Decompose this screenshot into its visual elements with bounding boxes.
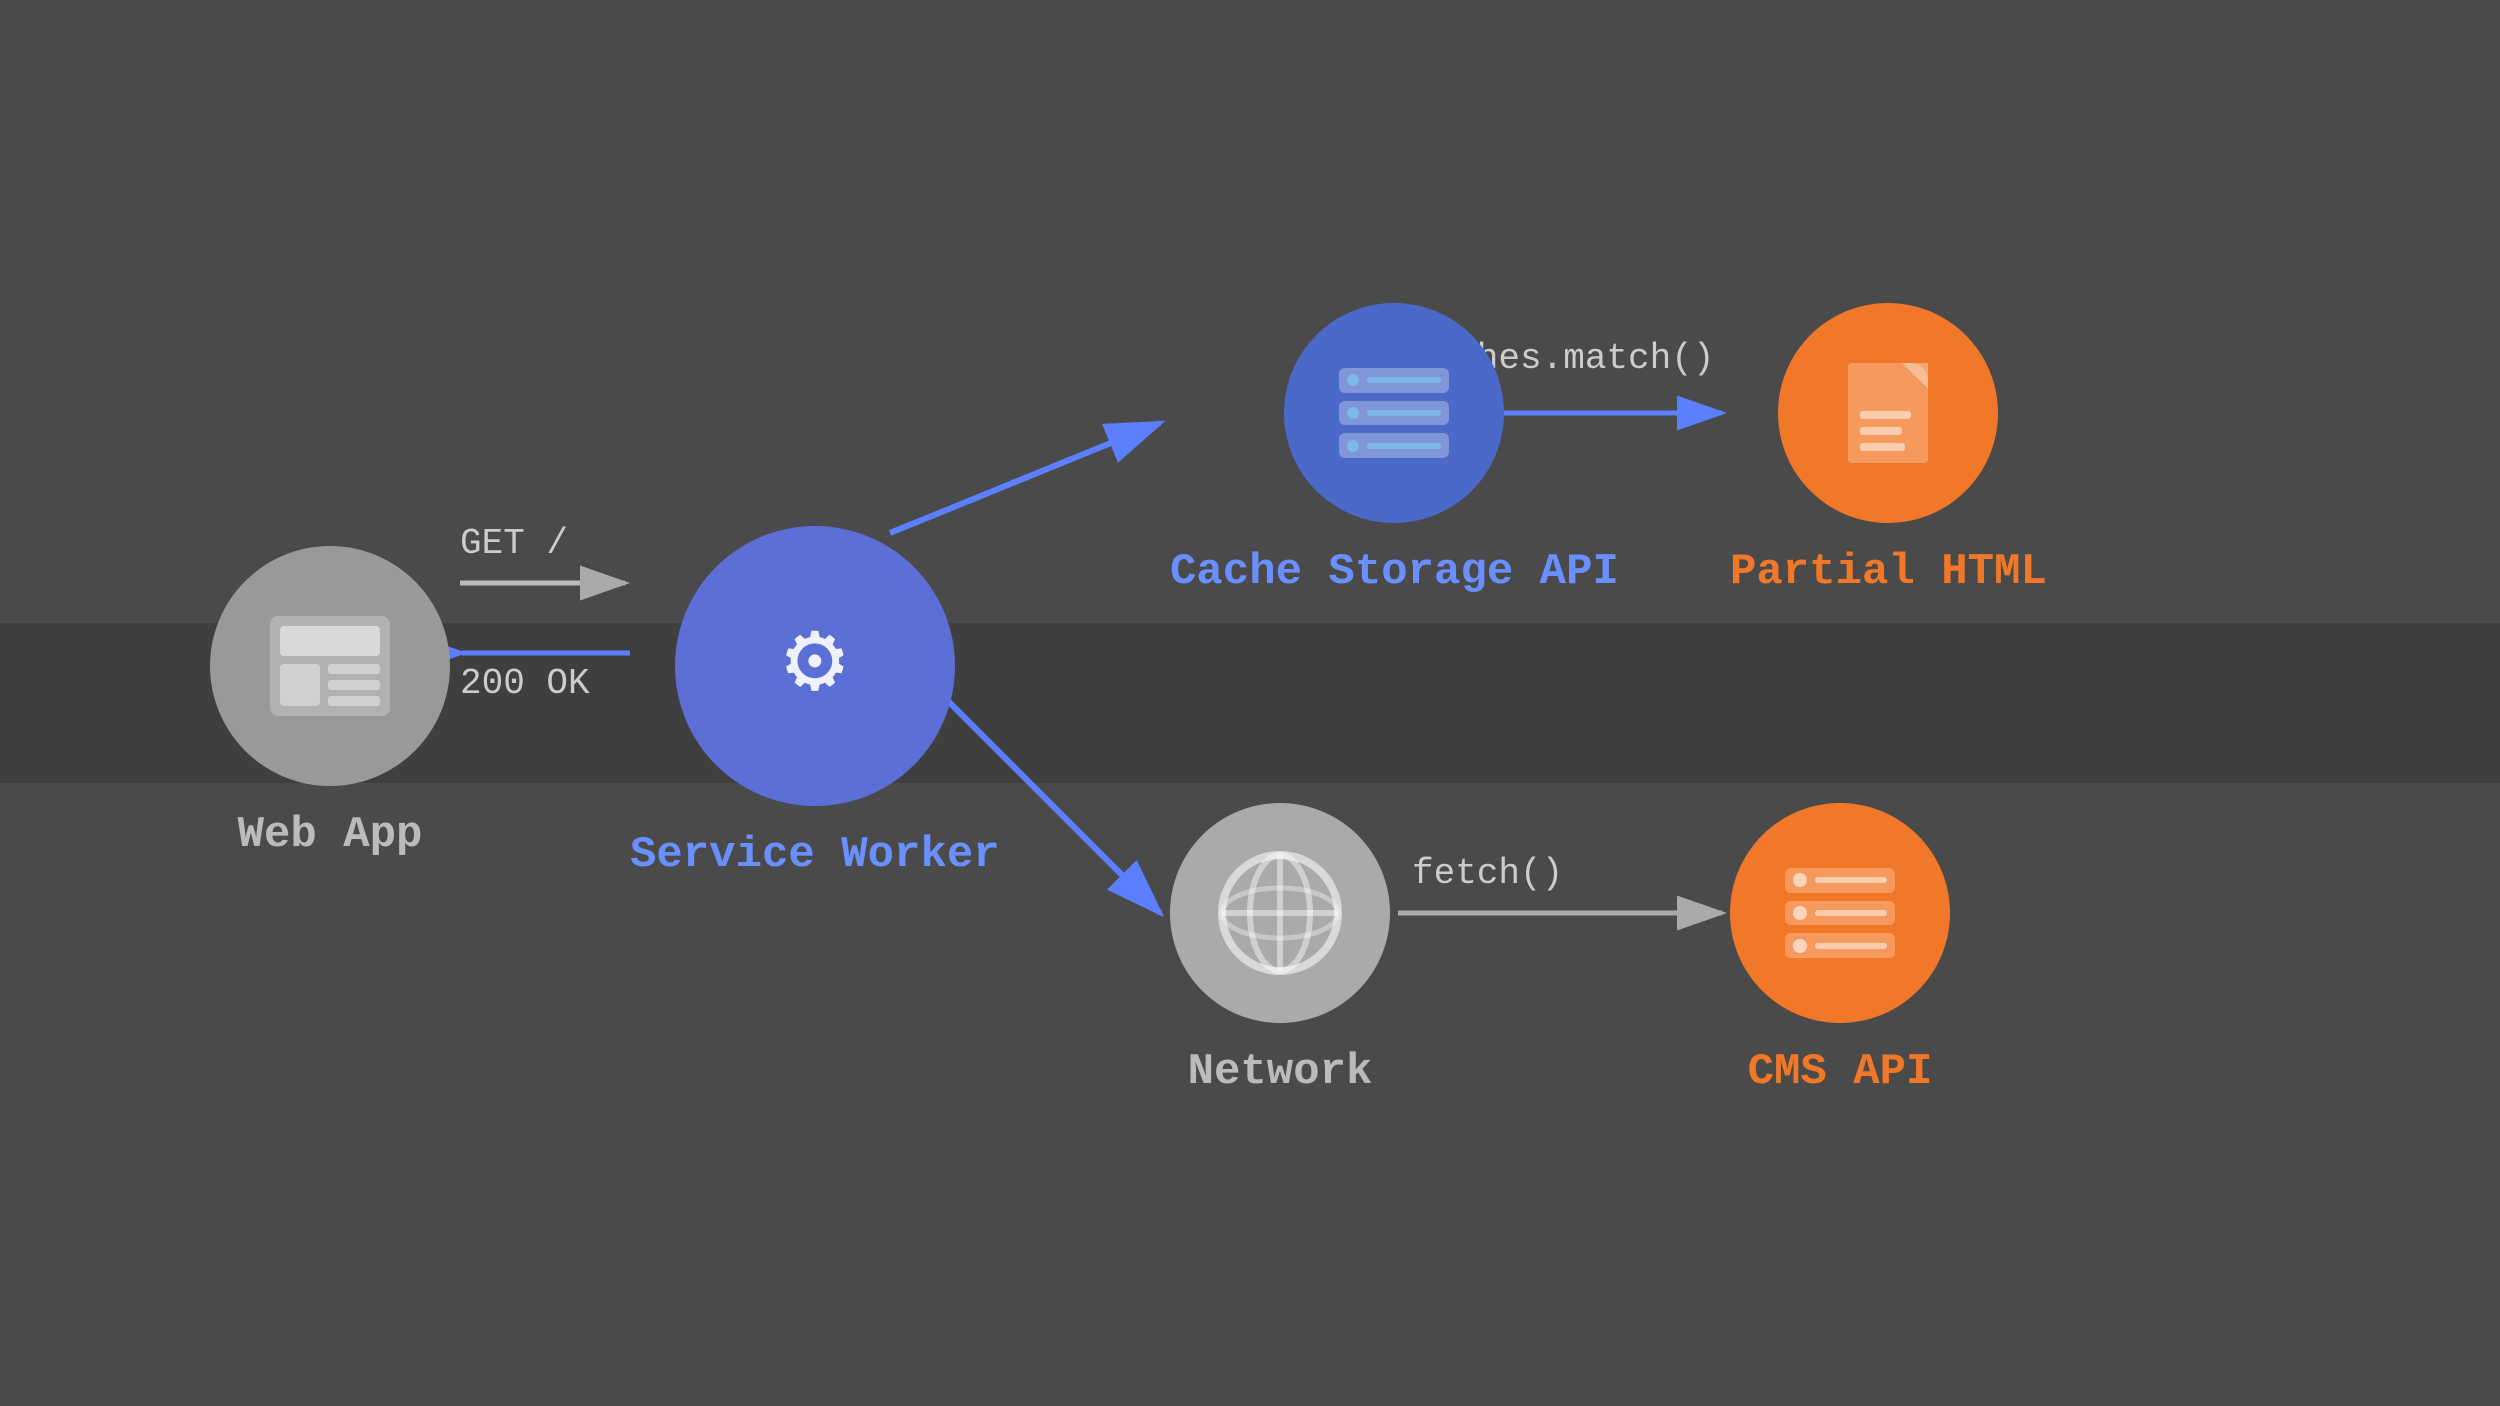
cms-dot-2 bbox=[1793, 906, 1807, 920]
webapp-left-col bbox=[280, 664, 320, 706]
cms-db-row-2 bbox=[1785, 901, 1895, 926]
sw-label: Service Worker bbox=[630, 830, 1000, 880]
gear-icon: ⚙ bbox=[785, 616, 845, 716]
webapp-top-bar bbox=[280, 626, 380, 656]
cms-dot-3 bbox=[1793, 939, 1807, 953]
fetch-label: fetch() bbox=[1412, 853, 1563, 894]
db-line-2 bbox=[1367, 410, 1441, 416]
diagram-container: GET / 200 OK caches.match() fetch() bbox=[0, 0, 2500, 1406]
webapp-icon bbox=[270, 616, 390, 716]
cms-api-node: CMS API bbox=[1730, 803, 1950, 1097]
cms-db-row-1 bbox=[1785, 868, 1895, 893]
db-row-2 bbox=[1339, 401, 1449, 426]
cms-api-circle bbox=[1730, 803, 1950, 1023]
db-row-1 bbox=[1339, 368, 1449, 393]
cache-circle bbox=[1284, 303, 1504, 523]
cms-dot-1 bbox=[1793, 873, 1807, 887]
web-app-circle bbox=[210, 546, 450, 786]
service-worker-node: ⚙ Service Worker bbox=[630, 526, 1000, 880]
cms-api-label: CMS API bbox=[1748, 1047, 1933, 1097]
cms-db-line-1 bbox=[1815, 877, 1887, 883]
doc-line-3 bbox=[1860, 443, 1905, 451]
webapp-line-2 bbox=[328, 680, 380, 690]
sw-cache-arrow bbox=[890, 423, 1160, 533]
partial-html-circle bbox=[1778, 303, 1998, 523]
db-dot-1 bbox=[1347, 374, 1359, 386]
db-dot-3 bbox=[1347, 440, 1359, 452]
partial-html-node: Partial HTML bbox=[1730, 303, 2047, 597]
network-label: Network bbox=[1188, 1047, 1373, 1097]
db-line-3 bbox=[1367, 443, 1441, 449]
webapp-bottom-row bbox=[280, 664, 380, 706]
webapp-line-3 bbox=[328, 696, 380, 706]
web-app-node: Web App bbox=[210, 546, 450, 860]
ok-label: 200 OK bbox=[460, 663, 590, 704]
cms-db-row-3 bbox=[1785, 933, 1895, 958]
network-circle bbox=[1170, 803, 1390, 1023]
cms-db-icon bbox=[1785, 868, 1895, 958]
db-dot-2 bbox=[1347, 407, 1359, 419]
diagram: GET / 200 OK caches.match() fetch() bbox=[150, 153, 2350, 1253]
doc-line-1 bbox=[1860, 411, 1910, 419]
cache-storage-label: Cache Storage API bbox=[1170, 547, 1619, 597]
doc-icon bbox=[1848, 363, 1928, 463]
cache-storage-node: Cache Storage API bbox=[1170, 303, 1619, 597]
db-icon bbox=[1339, 368, 1449, 458]
globe-icon bbox=[1215, 848, 1345, 978]
sw-circle: ⚙ bbox=[675, 526, 955, 806]
doc-line-2 bbox=[1860, 427, 1902, 435]
webapp-right-col bbox=[328, 664, 380, 706]
cms-db-line-3 bbox=[1815, 943, 1887, 949]
network-node: Network bbox=[1170, 803, 1390, 1097]
db-row-3 bbox=[1339, 433, 1449, 458]
db-line-1 bbox=[1367, 377, 1441, 383]
partial-html-label: Partial HTML bbox=[1730, 547, 2047, 597]
cms-db-line-2 bbox=[1815, 910, 1887, 916]
webapp-line-1 bbox=[328, 664, 380, 674]
get-label: GET / bbox=[460, 523, 568, 564]
web-app-label: Web App bbox=[238, 810, 423, 860]
